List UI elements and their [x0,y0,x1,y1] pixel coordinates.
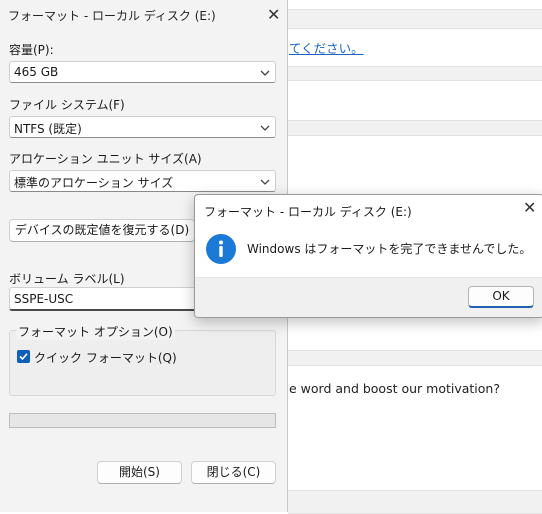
ok-button[interactable]: OK [468,286,534,308]
format-options-title: フォーマット オプション(O) [16,323,175,340]
background-band [288,120,542,136]
checkmark-icon [19,353,28,361]
close-icon[interactable]: ✕ [267,7,280,23]
capacity-label: 容量(P): [9,43,54,57]
chevron-down-icon [260,70,270,76]
chevron-down-icon [260,125,270,131]
capacity-select[interactable]: 465 GB [9,61,276,83]
background-text: e word and boost our motivation? [289,381,500,396]
message-box-title: フォーマット - ローカル ディスク (E:) [204,205,412,219]
background-band [288,66,542,81]
background-band [288,350,542,366]
restore-defaults-button[interactable]: デバイスの既定値を復元する(D) [9,219,195,242]
chevron-down-icon [260,179,270,185]
dialog-title: フォーマット - ローカル ディスク (E:) [8,9,216,23]
volume-label-value: SSPE-USC [14,292,74,306]
allocation-unit-value: 標準のアロケーション サイズ [14,176,174,190]
allocation-unit-label: アロケーション ユニット サイズ(A) [9,152,202,166]
background-band [288,490,542,514]
start-button[interactable]: 開始(S) [97,461,182,484]
file-system-label: ファイル システム(F) [9,98,125,112]
info-icon [206,234,236,264]
file-system-value: NTFS (既定) [14,122,82,136]
close-icon[interactable]: ✕ [523,200,536,216]
quick-format-label[interactable]: クイック フォーマット(Q) [34,349,177,366]
background-band [288,9,542,29]
capacity-value: 465 GB [14,65,59,79]
volume-label-label: ボリューム ラベル(L) [9,272,125,286]
message-box-text: Windows はフォーマットを完了できませんでした。 [247,242,532,256]
close-button[interactable]: 閉じる(C) [191,461,276,484]
message-box: フォーマット - ローカル ディスク (E:) ✕ Windows はフォーマッ… [194,194,542,318]
format-progress-bar [9,413,276,428]
allocation-unit-select[interactable]: 標準のアロケーション サイズ [9,170,276,192]
quick-format-checkbox[interactable] [17,350,30,363]
background-link[interactable]: てください。 [289,38,364,57]
file-system-select[interactable]: NTFS (既定) [9,116,276,138]
